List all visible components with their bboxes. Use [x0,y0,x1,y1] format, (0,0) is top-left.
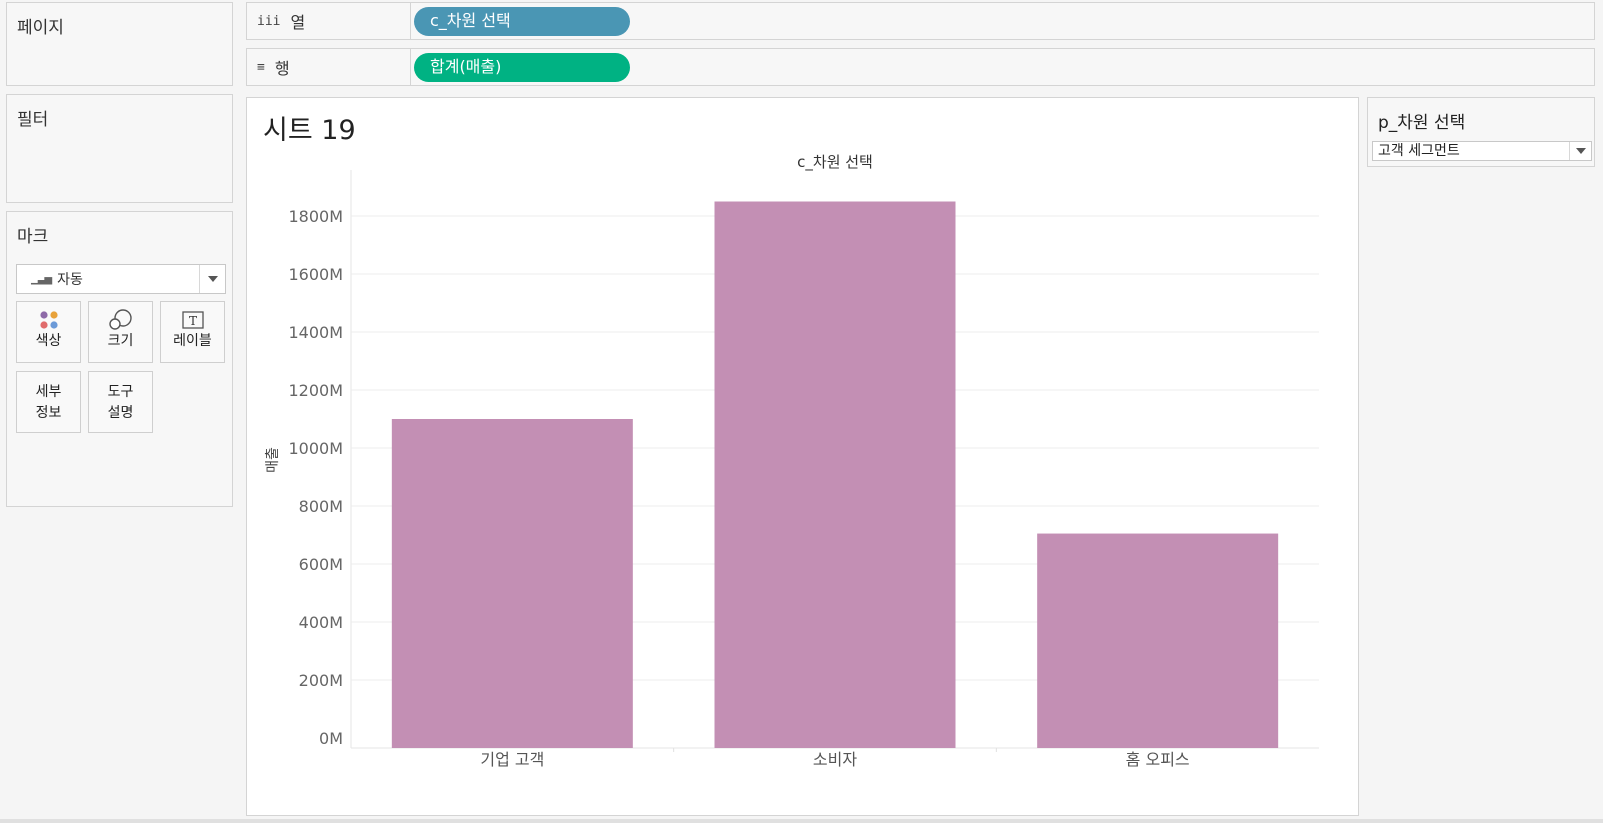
rows-label: 행 [274,59,290,78]
size-button[interactable]: 크기 [88,301,153,363]
color-button-label: 색상 [35,333,62,349]
tooltip-button-label: 도구 설명 [89,372,152,424]
y-tick-label: 600M [299,555,343,574]
filters-card[interactable]: 필터 [6,94,233,203]
rows-shelf-label: ≡ 행 [247,49,411,85]
columns-shelf-label: iii 열 [247,3,411,39]
text-label-icon: T [161,302,224,332]
marks-card: 마크 ▁▃▅ 자동 색상 크기 T 레이블 세부 정보 도구 설명 [6,211,233,507]
detail-button[interactable]: 세부 정보 [16,371,81,433]
rows-icon: ≡ [257,59,265,75]
y-tick-label: 1600M [288,265,343,284]
bar-2 [714,201,956,748]
palette-icon [17,302,80,332]
y-tick-label: 1400M [288,323,343,342]
y-tick-label: 400M [299,613,343,632]
dimension-pill[interactable]: c_차원 선택 [414,7,630,36]
filters-title: 필터 [17,110,49,130]
bar-chart: c_차원 선택 0M 200M 400M 600M 800M 1000M 1200M 1400M… [265,153,1319,769]
bar-1 [391,419,633,748]
y-axis-label: 매출 [265,447,281,473]
detail-button-label: 세부 정보 [17,372,80,424]
label-button[interactable]: T 레이블 [160,301,225,363]
bar-chart-icon: ▁▃▅ [31,273,52,285]
y-tick-label: 200M [299,671,343,690]
detail-label-line1: 세부 [35,384,62,400]
chevron-down-icon[interactable] [199,265,225,293]
svg-text:T: T [188,314,196,328]
chevron-down-icon[interactable] [1569,142,1591,160]
label-button-label: 레이블 [173,333,212,349]
pages-card: 페이지 [6,2,233,86]
parameter-title: p_차원 선택 [1378,113,1466,133]
chart-title: c_차원 선택 [797,153,873,172]
mark-type-dropdown[interactable]: ▁▃▅ 자동 [16,264,226,294]
size-button-label: 크기 [107,333,134,349]
y-tick-label: 1800M [288,207,343,226]
bar-3 [1037,533,1279,748]
rows-shelf[interactable]: ≡ 행 합계(매출) [246,48,1595,86]
size-icon [89,302,152,332]
columns-shelf[interactable]: iii 열 c_차원 선택 [246,2,1595,40]
tooltip-label-line2: 설명 [107,405,134,421]
parameter-dropdown[interactable]: 고객 세그먼트 [1372,141,1592,161]
y-tick-label: 1200M [288,381,343,400]
parameter-selected-value: 고객 세그먼트 [1378,143,1460,159]
sheet-tab-strip [0,819,1603,823]
x-tick-label: 소비자 [813,750,857,769]
y-tick-label: 800M [299,497,343,516]
tooltip-label-line1: 도구 [107,384,134,400]
detail-label-line2: 정보 [35,405,62,421]
x-tick-label: 기업 고객 [480,750,544,769]
worksheet: 시트 19 c_차원 선택 0M 200M 400M 600M 800M 1000M 1200… [246,97,1359,816]
color-button[interactable]: 색상 [16,301,81,363]
measure-pill[interactable]: 합계(매출) [414,53,630,82]
tooltip-button[interactable]: 도구 설명 [88,371,153,433]
columns-icon: iii [257,13,281,29]
marks-title: 마크 [17,227,49,247]
parameter-card: p_차원 선택 고객 세그먼트 [1367,97,1595,167]
x-tick-label: 홈 오피스 [1126,750,1190,769]
columns-label: 열 [290,13,306,32]
mark-type-label: 자동 [57,272,83,288]
y-tick-label: 0M [319,729,343,748]
y-tick-label: 1000M [288,439,343,458]
pages-title: 페이지 [17,18,64,38]
